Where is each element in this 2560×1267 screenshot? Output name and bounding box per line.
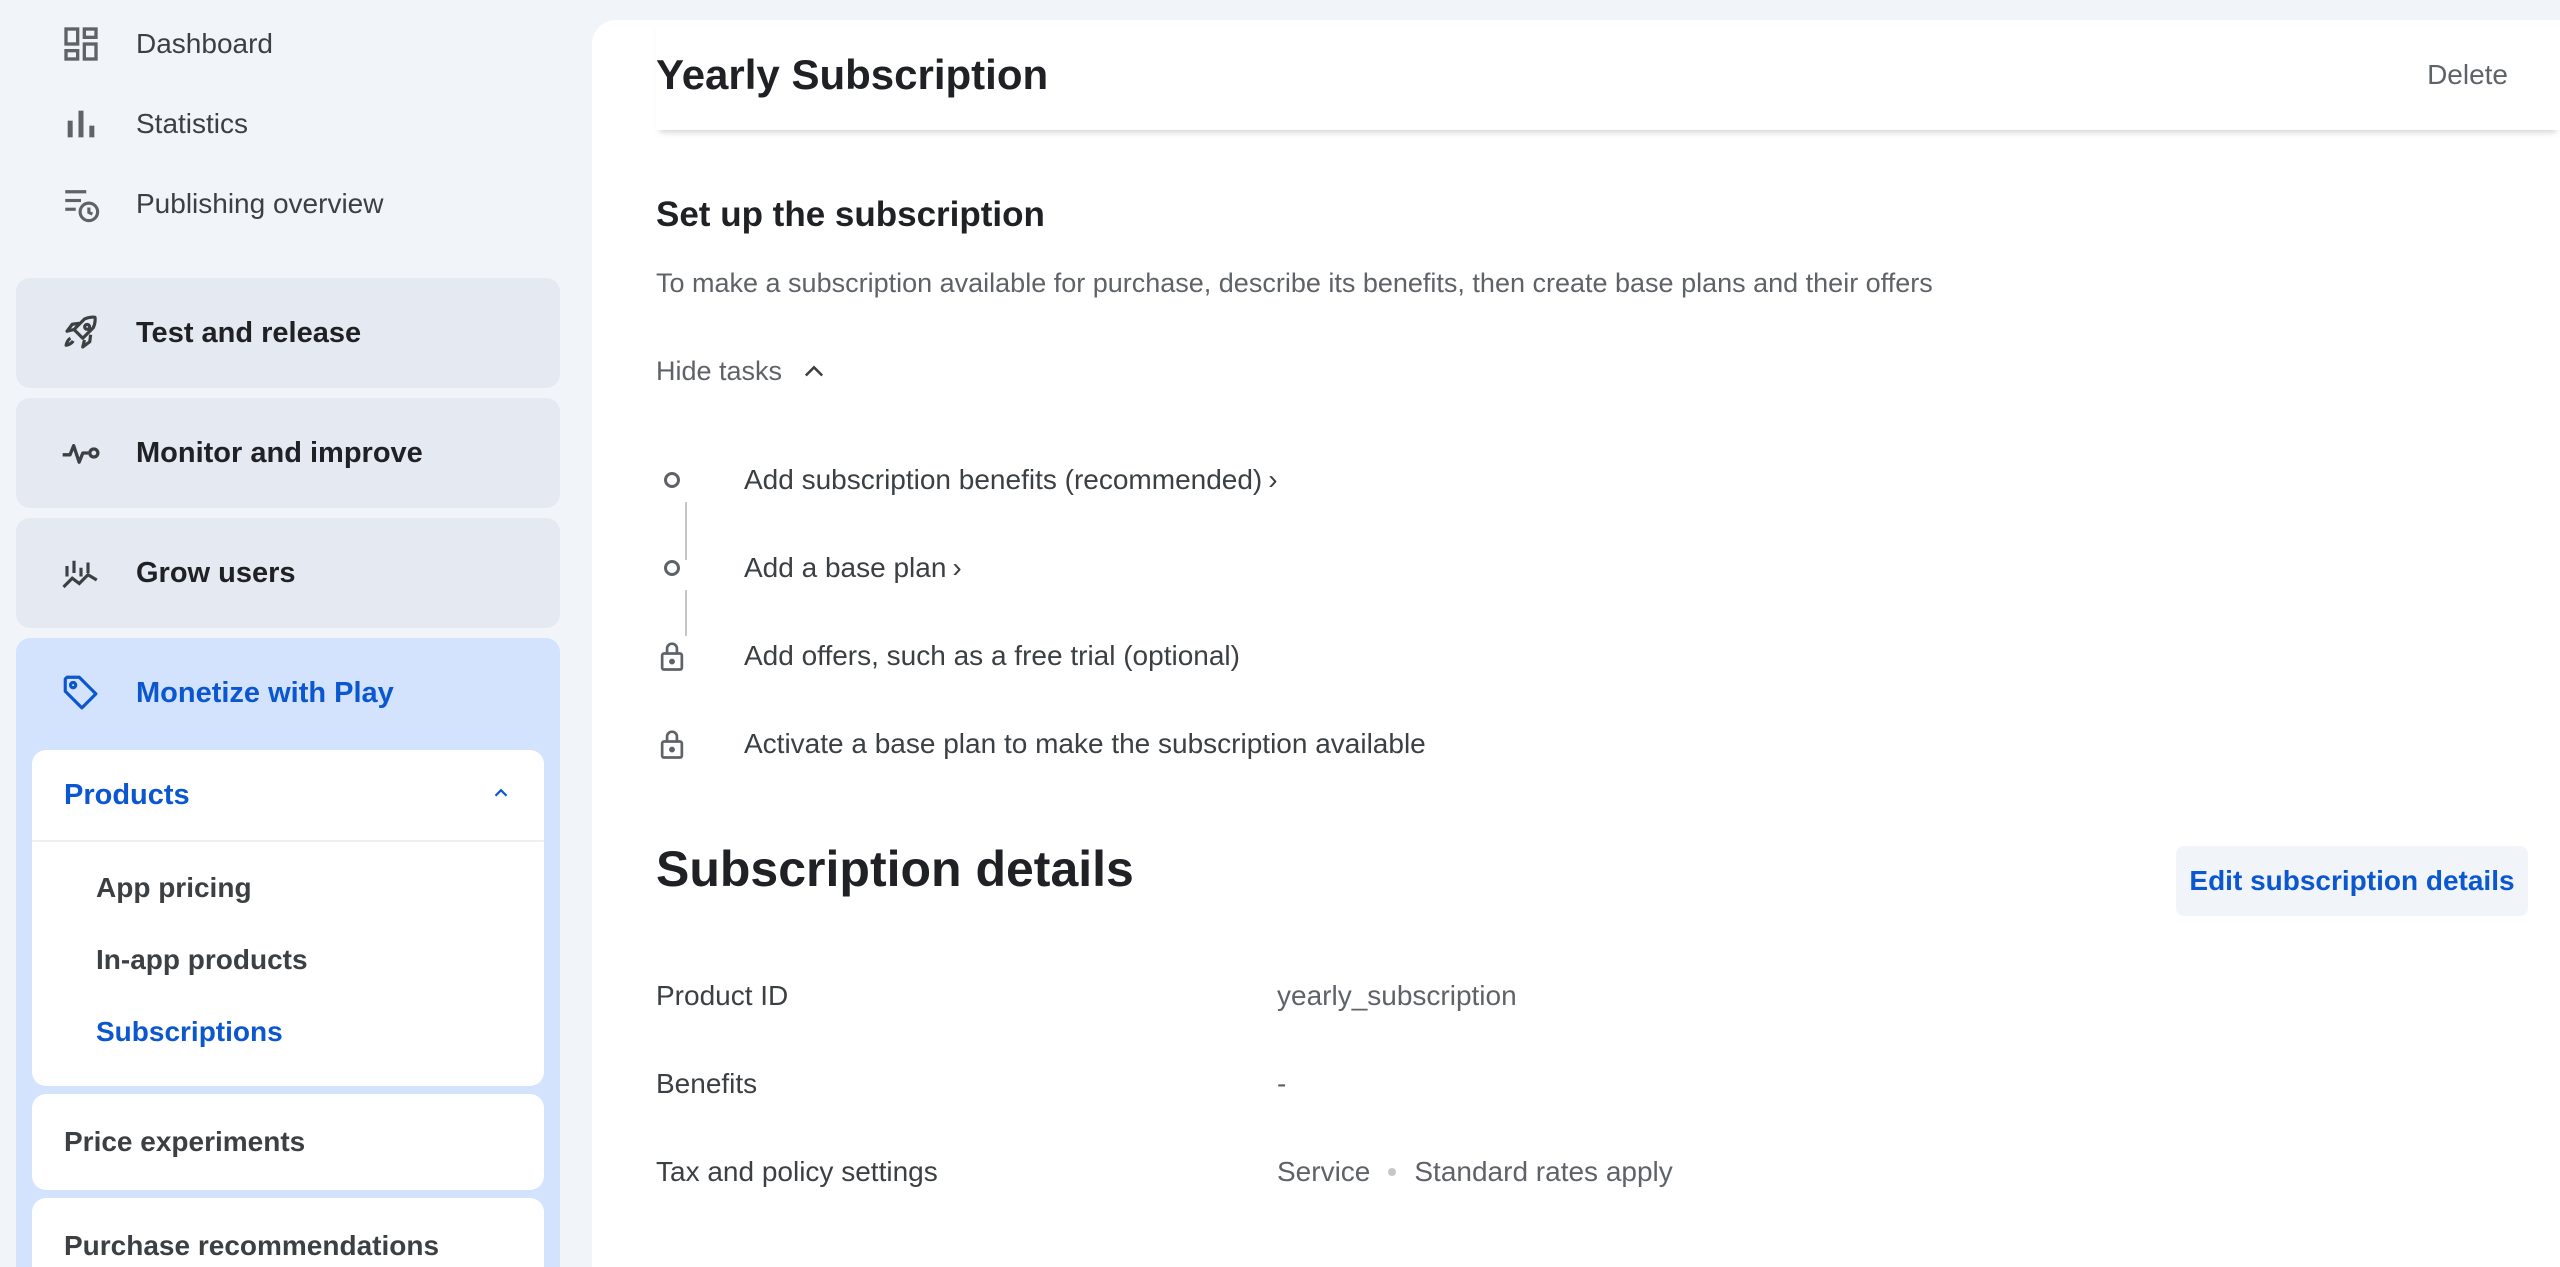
task-circle-icon bbox=[656, 470, 688, 490]
products-toggle[interactable]: Products bbox=[32, 750, 544, 842]
task-activate-base-plan: Activate a base plan to make the subscri… bbox=[656, 714, 1426, 774]
sidebar-group-label: Monitor and improve bbox=[136, 436, 423, 469]
lock-icon bbox=[656, 728, 688, 760]
sidebar-group-label: Test and release bbox=[136, 316, 362, 349]
main-content: Yearly Subscription Delete Set up the su… bbox=[592, 20, 2560, 1267]
sidebar-item-label: Dashboard bbox=[136, 28, 273, 59]
sidebar-item-statistics[interactable]: Statistics bbox=[0, 92, 592, 156]
benefits-label: Benefits bbox=[656, 1068, 758, 1099]
publishing-history-icon bbox=[58, 181, 104, 227]
details-title: Subscription details bbox=[656, 841, 1134, 897]
task-label: Add offers, such as a free trial (option… bbox=[744, 640, 1240, 671]
sidebar-item-app-pricing[interactable]: App pricing bbox=[32, 852, 544, 924]
task-label: Activate a base plan to make the subscri… bbox=[744, 728, 1426, 759]
sidebar-item-label: Statistics bbox=[136, 108, 249, 139]
chevron-up-icon bbox=[490, 779, 512, 812]
sidebar-group-grow-users[interactable]: Grow users bbox=[16, 518, 560, 628]
sidebar-item-label: Publishing overview bbox=[136, 188, 384, 219]
growth-chart-icon bbox=[58, 550, 104, 596]
page-title: Yearly Subscription bbox=[656, 51, 1049, 98]
sidebar-group-monetize-with-play[interactable]: Monetize with Play bbox=[16, 638, 560, 748]
sidebar-group-monitor-and-improve[interactable]: Monitor and improve bbox=[16, 398, 560, 508]
setup-title: Set up the subscription bbox=[656, 195, 1045, 234]
product-id-label: Product ID bbox=[656, 980, 789, 1011]
task-add-base-plan[interactable]: Add a base plan › bbox=[656, 538, 962, 598]
sidebar: Dashboard Statistics Publishing overview… bbox=[0, 0, 592, 1267]
product-id-value: yearly_subscription bbox=[1277, 980, 1517, 1011]
tag-icon bbox=[58, 670, 104, 716]
delete-button[interactable]: Delete bbox=[2427, 59, 2508, 91]
edit-subscription-details-button[interactable]: Edit subscription details bbox=[2176, 846, 2528, 916]
pulse-icon bbox=[58, 430, 104, 476]
task-add-benefits[interactable]: Add subscription benefits (recommended) … bbox=[656, 450, 1278, 510]
sidebar-group-label: Monetize with Play bbox=[136, 676, 394, 709]
products-label: Products bbox=[64, 778, 190, 811]
chevron-up-icon bbox=[800, 358, 828, 386]
sidebar-item-publishing-overview[interactable]: Publishing overview bbox=[0, 172, 592, 236]
products-card: Products App pricing In-app products Sub… bbox=[32, 750, 544, 1086]
sidebar-item-subscriptions[interactable]: Subscriptions bbox=[32, 996, 544, 1068]
lock-icon bbox=[656, 640, 688, 672]
sidebar-group-label: Grow users bbox=[136, 556, 296, 589]
tax-rate: Standard rates apply bbox=[1414, 1156, 1673, 1187]
separator-dot bbox=[1388, 1168, 1397, 1176]
page-header: Yearly Subscription Delete bbox=[656, 20, 2560, 130]
task-circle-icon bbox=[656, 558, 688, 578]
tax-settings-label: Tax and policy settings bbox=[656, 1156, 938, 1187]
sidebar-item-price-experiments[interactable]: Price experiments bbox=[32, 1094, 544, 1190]
sidebar-group-test-and-release[interactable]: Test and release bbox=[16, 278, 560, 388]
chevron-right-icon: › bbox=[952, 552, 962, 583]
sidebar-item-dashboard[interactable]: Dashboard bbox=[0, 12, 592, 76]
task-label: Add subscription benefits (recommended) bbox=[744, 464, 1263, 495]
bar-chart-icon bbox=[58, 101, 104, 147]
hide-tasks-toggle[interactable]: Hide tasks bbox=[656, 356, 828, 387]
sidebar-item-purchase-recommendations[interactable]: Purchase recommendations bbox=[32, 1198, 544, 1267]
chevron-right-icon: › bbox=[1268, 464, 1278, 495]
sidebar-item-in-app-products[interactable]: In-app products bbox=[32, 924, 544, 996]
rocket-icon bbox=[58, 310, 104, 356]
tax-category: Service bbox=[1277, 1156, 1371, 1187]
task-add-offers: Add offers, such as a free trial (option… bbox=[656, 626, 1240, 686]
setup-description: To make a subscription available for pur… bbox=[656, 268, 1933, 298]
hide-tasks-label: Hide tasks bbox=[656, 356, 783, 386]
task-label: Add a base plan bbox=[744, 552, 947, 583]
dashboard-icon bbox=[58, 21, 104, 67]
benefits-value: - bbox=[1277, 1068, 1287, 1099]
tax-settings-value: Service Standard rates apply bbox=[1277, 1156, 1673, 1188]
